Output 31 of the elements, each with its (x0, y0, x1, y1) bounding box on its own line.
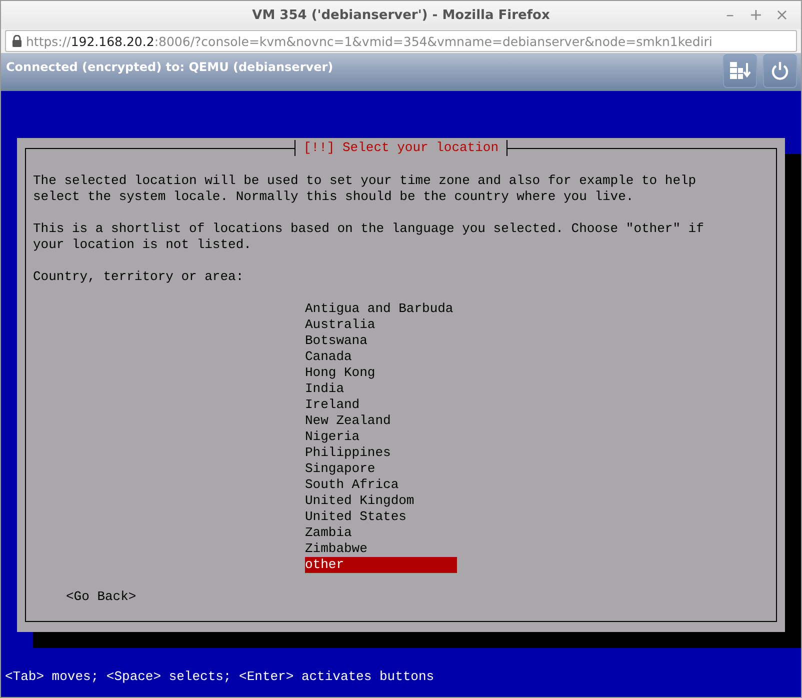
description-text: The selected location will be used to set your time zone and also for example to help select the system locale. Normally this should be the country where you live. (33, 173, 698, 205)
keyboard-keys-icon (729, 60, 751, 82)
list-item[interactable]: other (305, 557, 457, 573)
list-item[interactable]: Australia (305, 317, 457, 333)
connection-status: Connected (encrypted) to: QEMU (debianserver) (6, 60, 334, 74)
power-button[interactable] (763, 54, 797, 88)
power-icon (769, 60, 791, 82)
list-item[interactable]: United Kingdom (305, 493, 457, 509)
list-item[interactable]: United States (305, 509, 457, 525)
list-item[interactable]: South Africa (305, 477, 457, 493)
list-item[interactable]: Singapore (305, 461, 457, 477)
window-title: VM 354 ('debianserver') - Mozilla Firefox (252, 8, 550, 22)
list-item[interactable]: Nigeria (305, 429, 457, 445)
help-text: <Tab> moves; <Space> selects; <Enter> activates buttons (5, 669, 434, 685)
list-item[interactable]: India (305, 381, 457, 397)
list-item[interactable]: Canada (305, 349, 457, 365)
send-keys-button[interactable] (723, 54, 757, 88)
list-item[interactable]: Hong Kong (305, 365, 457, 381)
list-item[interactable]: New Zealand (305, 413, 457, 429)
address-bar[interactable]: https://192.168.20.2:8006/?console=kvm&novnc=1&vmid=354&vmname=debianserver&node=smkn1kediri (5, 30, 797, 52)
list-item[interactable]: Botswana (305, 333, 457, 349)
list-item[interactable]: Zimbabwe (305, 541, 457, 557)
dialog-title: [!!] Select your location (294, 140, 508, 156)
list-item[interactable]: Zambia (305, 525, 457, 541)
description-text: This is a shortlist of locations based on the language you selected. Choose "other" if your location is not listed. (33, 221, 705, 253)
list-item[interactable]: Ireland (305, 397, 457, 413)
go-back-button[interactable]: <Go Back> (66, 589, 136, 605)
prompt-label: Country, territory or area: (33, 269, 245, 285)
lock-icon (12, 35, 22, 47)
list-item[interactable]: Antigua and Barbuda (305, 301, 457, 317)
list-item[interactable]: Philippines (305, 445, 457, 461)
